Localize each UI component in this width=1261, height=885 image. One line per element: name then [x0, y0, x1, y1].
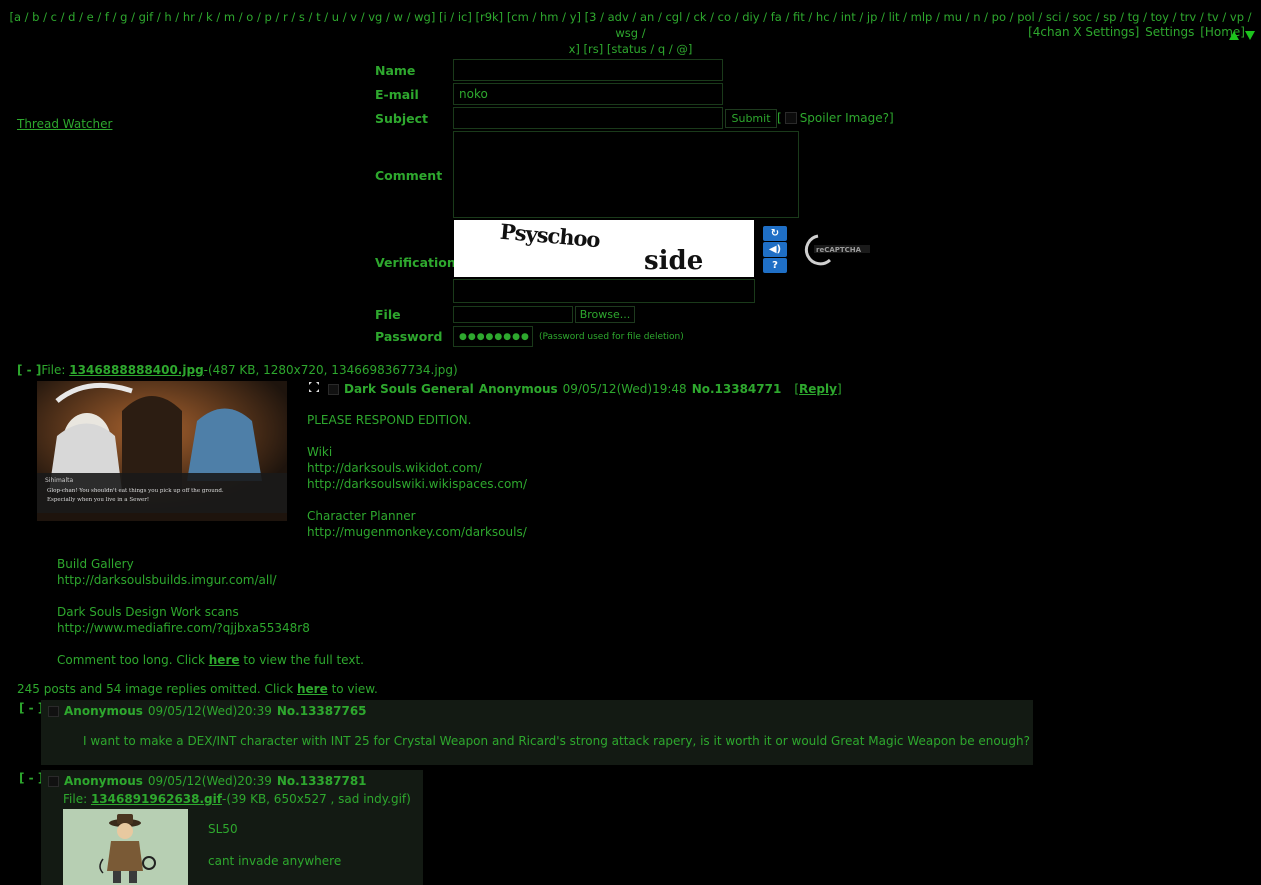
submit-button[interactable]: Submit [725, 109, 777, 128]
password-input[interactable]: ●●●●●●●● [453, 326, 533, 347]
op-line: Character Planner [307, 509, 416, 523]
email-input[interactable]: noko [453, 83, 723, 105]
op-date: 09/05/12(Wed)19:48 [562, 382, 687, 396]
password-value: ●●●●●●●● [459, 331, 530, 342]
comment-too-long-notice: Comment too long. Click here to view the… [57, 653, 364, 667]
file-path-input[interactable] [453, 306, 573, 323]
reply-post-number[interactable]: No.13387765 [277, 703, 367, 719]
sad-indy-art [63, 809, 188, 885]
captcha-word-2: side [644, 246, 704, 276]
nav-settings-bar: [4chan X Settings] Settings [Home] [1026, 25, 1245, 39]
email-label: E-mail [375, 87, 419, 102]
scroll-down-icon[interactable] [1245, 29, 1255, 43]
reply-post: Anonymous 09/05/12(Wed)20:39 No.13387781… [41, 770, 423, 885]
reply-date: 09/05/12(Wed)20:39 [147, 704, 272, 718]
reply-header: Anonymous 09/05/12(Wed)20:39 No.13387781 [48, 773, 367, 789]
settings-link[interactable]: Settings [1145, 25, 1194, 39]
browse-button[interactable]: Browse... [575, 306, 635, 323]
reply-file-info: File: 1346891962638.gif-(39 KB, 650x527 … [63, 792, 411, 806]
file-label: File [375, 307, 401, 322]
name-label: Name [375, 63, 416, 78]
reply-file-link[interactable]: 1346891962638.gif [91, 792, 222, 806]
op-link[interactable]: http://darksouls.wikidot.com/ [307, 460, 527, 476]
op-link[interactable]: http://www.mediafire.com/?qjjbxa55348r8 [57, 620, 364, 636]
op-subject: Dark Souls General [344, 382, 474, 396]
captcha-audio-icon[interactable]: ◀) [763, 242, 787, 257]
subject-label: Subject [375, 111, 428, 126]
thumb-caption-name: Sihimalta [45, 477, 73, 484]
email-value: noko [459, 87, 488, 101]
op-line [307, 428, 527, 444]
op-comment-top: PLEASE RESPOND EDITION. Wiki http://dark… [307, 412, 527, 540]
op-file-info: [ - ]File: 1346888888400.jpg-(487 KB, 12… [17, 362, 458, 378]
op-comment-bottom: Build Gallery http://darksoulsbuilds.img… [57, 540, 364, 668]
op-link[interactable]: http://darksoulsbuilds.imgur.com/all/ [57, 572, 364, 588]
reply-poster-name: Anonymous [64, 774, 143, 788]
spoiler-option: [ Spoiler Image?] [777, 111, 894, 125]
captcha-response-input[interactable] [453, 279, 755, 303]
thread-watcher-link[interactable]: Thread Watcher [17, 117, 112, 131]
spoiler-bracket: [ [777, 111, 782, 125]
op-link[interactable]: http://darksoulswiki.wikispaces.com/ [307, 476, 527, 492]
op-select-checkbox[interactable] [328, 383, 339, 395]
recaptcha-brand-text: reCAPTCHA [816, 246, 862, 254]
password-label: Password [375, 329, 443, 344]
recaptcha-logo: reCAPTCHA [800, 232, 872, 268]
reply-header: Anonymous 09/05/12(Wed)20:39 No.13387765 [48, 703, 367, 719]
reply-thumbnail[interactable] [63, 809, 188, 885]
op-line [57, 540, 364, 556]
op-poster-name: Anonymous [478, 382, 558, 396]
subject-input[interactable] [453, 107, 723, 129]
reply-toggle-button[interactable]: [ - ] [19, 770, 43, 786]
op-thumbnail[interactable]: Sihimalta Glop-chan! You shouldn't eat t… [37, 381, 287, 521]
verification-label: Verification [375, 255, 456, 270]
reply-comment: I want to make a DEX/INT character with … [83, 734, 1030, 748]
captcha-word-1: Psyschoo [499, 220, 601, 253]
op-line: PLEASE RESPOND EDITION. [307, 413, 472, 427]
scroll-up-icon[interactable] [1229, 29, 1239, 43]
op-reply-link[interactable]: [Reply] [794, 381, 841, 397]
thumb-caption-line-1: Glop-chan! You shouldn't eat things you … [47, 488, 224, 494]
op-line: Dark Souls Design Work scans [57, 605, 239, 619]
captcha-help-icon[interactable]: ? [763, 258, 787, 273]
op-thumbnail-art: Sihimalta Glop-chan! You shouldn't eat t… [37, 381, 287, 521]
comment-label: Comment [375, 168, 443, 183]
board-list-line-2[interactable]: x] [rs] [status / q / @] [0, 41, 1261, 57]
op-line: Build Gallery [57, 557, 134, 571]
full-text-link[interactable]: here [209, 653, 240, 667]
reply-line: cant invade anywhere [208, 854, 342, 868]
captcha-refresh-icon[interactable]: ↻ [763, 226, 787, 241]
op-line [307, 492, 527, 508]
omitted-posts-notice: 245 posts and 54 image replies omitted. … [17, 682, 378, 696]
password-note: (Password used for file deletion) [539, 332, 684, 342]
reply-poster-name: Anonymous [64, 704, 143, 718]
thumb-caption-line-2: Especially when you live in a Sewer! [47, 497, 149, 503]
reply-select-checkbox[interactable] [48, 705, 59, 717]
reply-toggle-button[interactable]: [ - ] [19, 700, 43, 716]
op-file-link[interactable]: 1346888888400.jpg [69, 363, 203, 377]
captcha-image: Psyschoo side [454, 220, 754, 277]
op-post-header: Dark Souls General Anonymous 09/05/12(We… [328, 381, 842, 397]
op-file-meta: -(487 KB, 1280x720, 1346698367734.jpg) [203, 363, 458, 377]
spoiler-checkbox[interactable] [784, 112, 797, 124]
recaptcha-logo-icon: reCAPTCHA [804, 234, 870, 266]
4chanx-settings-link[interactable]: [4chan X Settings] [1028, 25, 1139, 39]
op-line [57, 588, 364, 604]
comment-textarea[interactable] [453, 131, 799, 218]
reply-select-checkbox[interactable] [48, 775, 59, 787]
op-post-number[interactable]: No.13384771 [692, 381, 782, 397]
reply-post-number[interactable]: No.13387781 [277, 773, 367, 789]
name-input[interactable] [453, 59, 723, 81]
reply-post: Anonymous 09/05/12(Wed)20:39 No.13387765… [41, 700, 1033, 765]
view-omitted-link[interactable]: here [297, 682, 328, 696]
op-toggle-button[interactable]: [ - ] [17, 363, 41, 377]
op-file-prefix: File: [41, 363, 66, 377]
spoiler-label: Spoiler Image?] [799, 111, 894, 125]
expand-image-icon[interactable] [308, 381, 320, 393]
reply-date: 09/05/12(Wed)20:39 [147, 774, 272, 788]
reply-line: SL50 [208, 822, 238, 836]
op-link[interactable]: http://mugenmonkey.com/darksouls/ [307, 524, 527, 540]
op-line: Wiki [307, 445, 333, 459]
